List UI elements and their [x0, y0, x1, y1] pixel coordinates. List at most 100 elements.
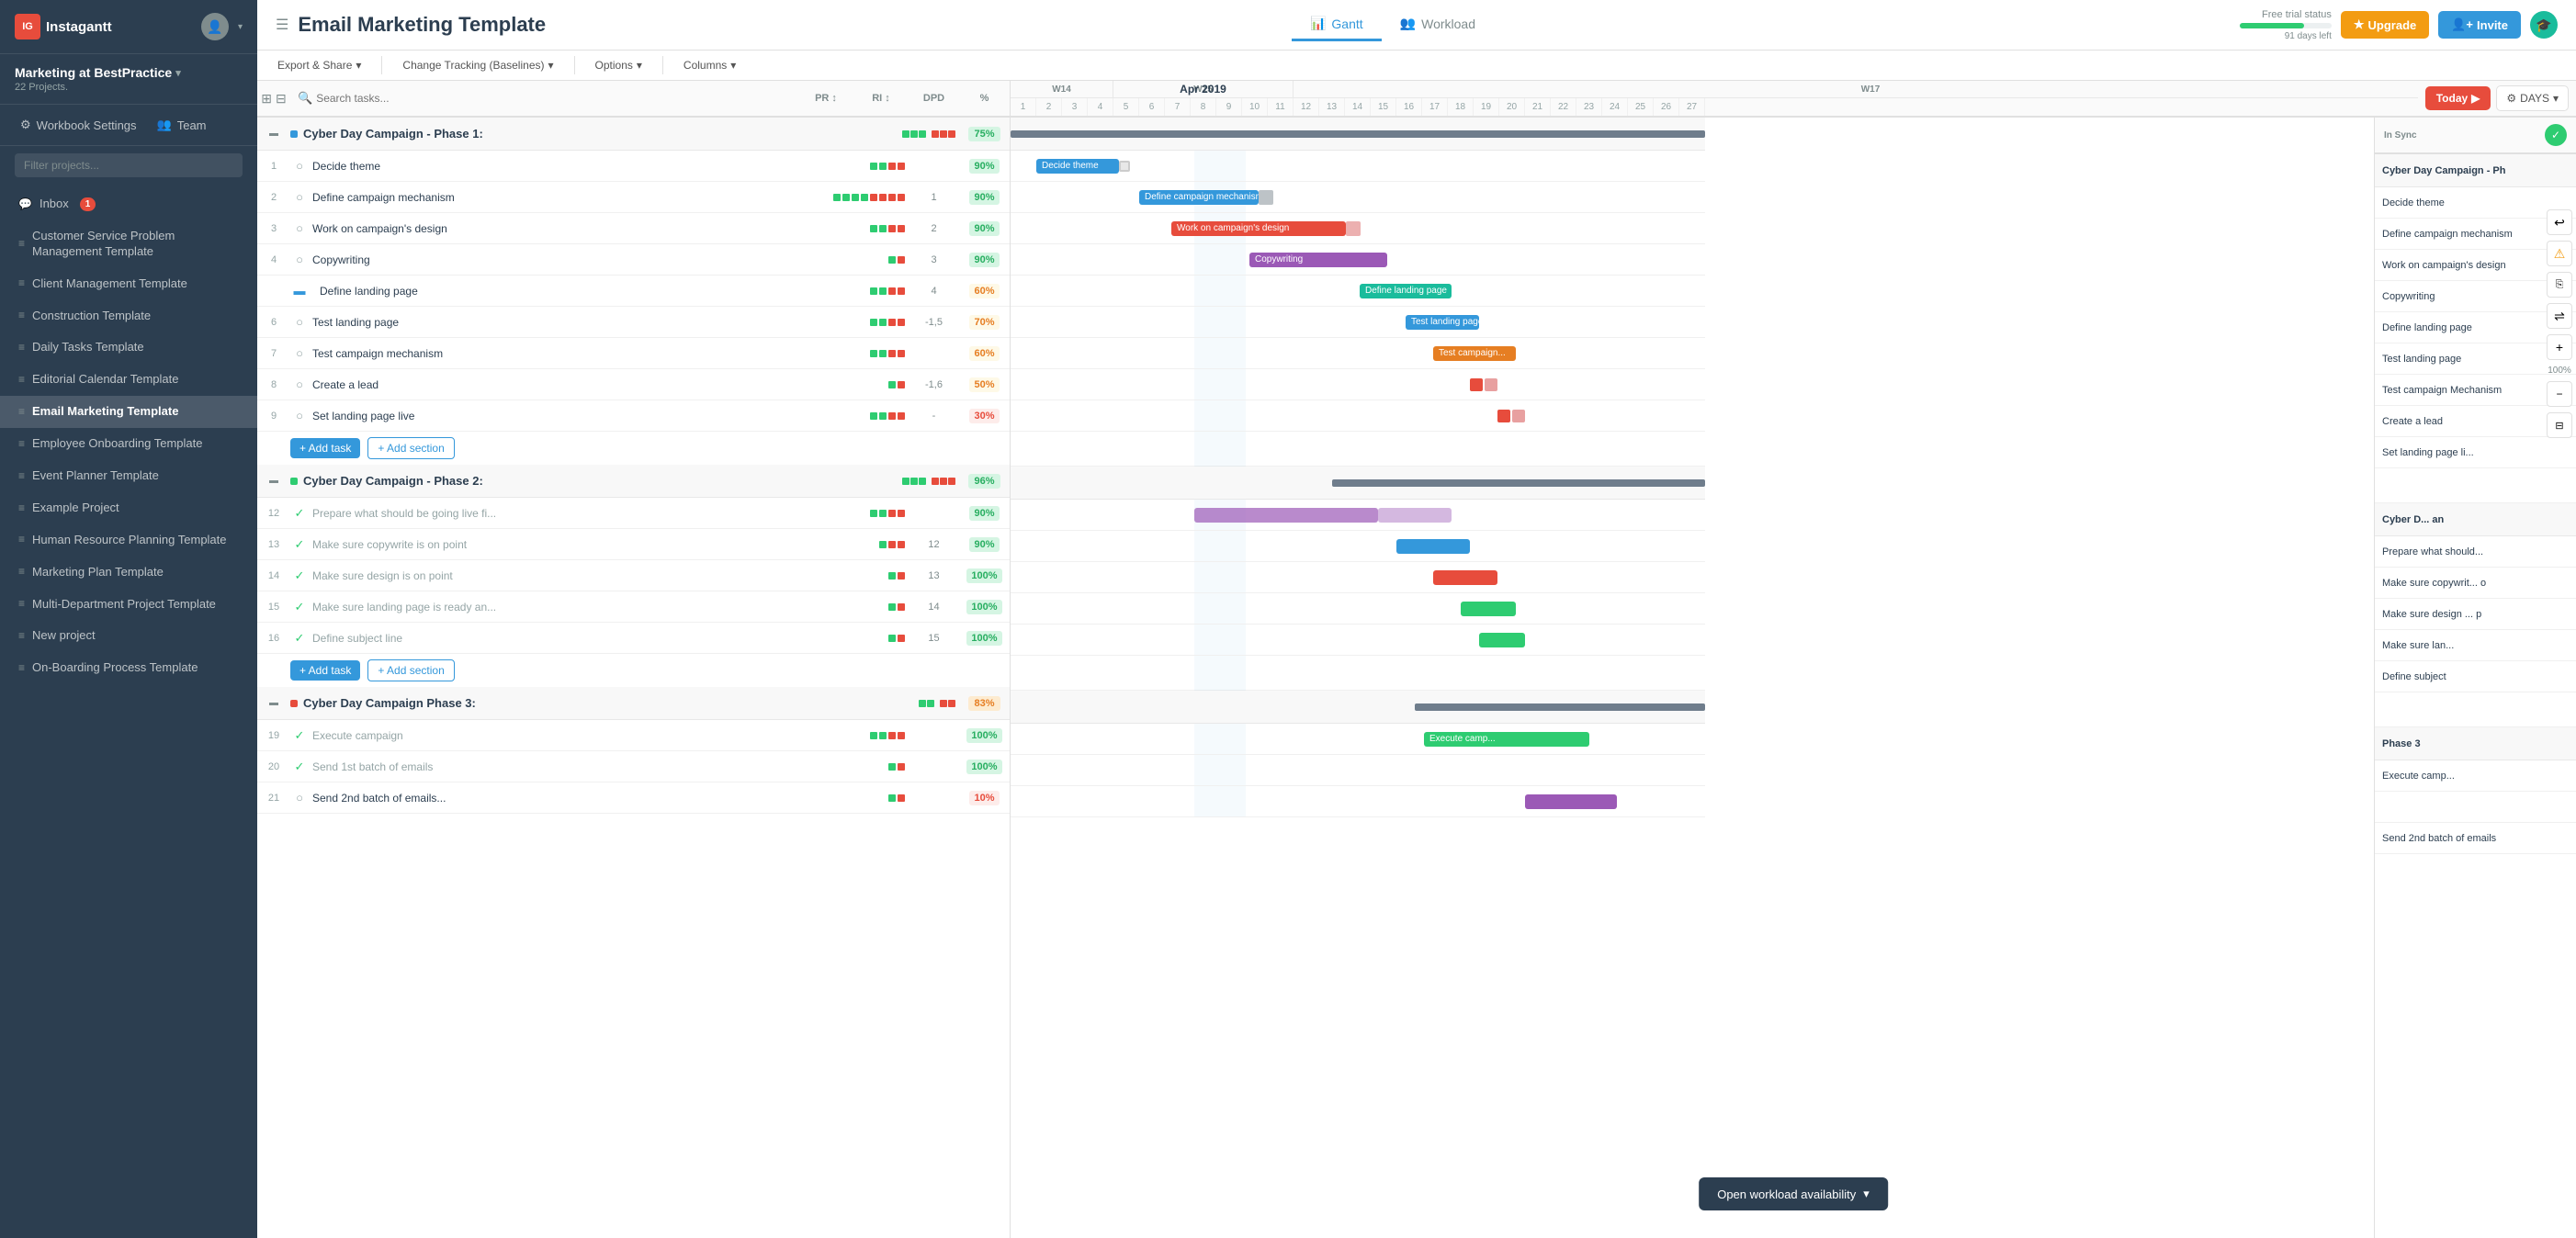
workbook-settings-btn[interactable]: ⚙ Workbook Settings [15, 114, 142, 136]
workload-availability-popup[interactable]: Open workload availability ▾ [1699, 1177, 1888, 1210]
gantt-bar-15[interactable] [1461, 602, 1516, 616]
sidebar-item-human-resource[interactable]: ≡ Human Resource Planning Template [0, 524, 257, 557]
topbar-left: ☰ Email Marketing Template [276, 13, 546, 37]
task-check-20[interactable]: ✓ [290, 760, 309, 774]
sidebar-item-customer-service[interactable]: ≡ Customer Service Problem Management Te… [0, 220, 257, 268]
gantt-bar-4[interactable]: Copywriting [1249, 253, 1387, 267]
gantt-bar-12[interactable] [1194, 508, 1378, 523]
gantt-bar-21[interactable] [1525, 794, 1617, 809]
gantt-bar-3[interactable]: Work on campaign's design [1171, 221, 1346, 236]
menu-toggle-icon[interactable]: ☰ [276, 16, 288, 34]
task-check-1[interactable]: ○ [290, 159, 309, 173]
sidebar-item-on-boarding[interactable]: ≡ On-Boarding Process Template [0, 652, 257, 684]
gantt-bar-7[interactable]: Test campaign... [1433, 346, 1516, 361]
task-check-12[interactable]: ✓ [290, 506, 309, 521]
sidebar-item-multi-department[interactable]: ≡ Multi-Department Project Template [0, 589, 257, 621]
sidebar-item-marketing-plan[interactable]: ≡ Marketing Plan Template [0, 557, 257, 589]
col-header-pr[interactable]: PR ↕ [798, 93, 853, 104]
right-task-15: Make sure lan... [2375, 630, 2576, 661]
section-phase2[interactable]: ▬ Cyber Day Campaign - Phase 2: [257, 465, 1010, 498]
task-check-13[interactable]: ✓ [290, 537, 309, 552]
task-check-6[interactable]: ○ [290, 315, 309, 329]
gantt-bar-8-b [1485, 378, 1497, 391]
sidebar: IG Instagantt 👤 ▾ Marketing at BestPract… [0, 0, 257, 1238]
gantt-expand-icon[interactable]: ⊟ [2547, 412, 2572, 438]
view-switch-icon[interactable]: ⊟ [276, 91, 287, 107]
gantt-minus-icon[interactable]: − [2547, 381, 2572, 407]
section-collapse-icon-2[interactable]: ▬ [257, 476, 290, 486]
export-share-btn[interactable]: Export & Share ▾ [272, 56, 367, 74]
gantt-bar-2[interactable]: Define campaign mechanism [1139, 190, 1259, 205]
task-check-15[interactable]: ✓ [290, 600, 309, 614]
gantt-connect-icon[interactable]: ⇌ [2547, 303, 2572, 329]
change-tracking-btn[interactable]: Change Tracking (Baselines) ▾ [397, 56, 559, 74]
add-task-btn-phase2[interactable]: + Add task [290, 660, 360, 681]
gantt-bar-6[interactable]: Test landing page [1406, 315, 1479, 330]
gantt-task-row-13 [1011, 531, 1705, 562]
section-collapse-icon-3[interactable]: ▬ [257, 698, 290, 708]
gantt-bar-19[interactable]: Execute camp... [1424, 732, 1589, 747]
sidebar-item-client-management[interactable]: ≡ Client Management Template [0, 268, 257, 300]
day-9: 9 [1216, 98, 1242, 116]
task-check-3[interactable]: ○ [290, 221, 309, 235]
tab-workload[interactable]: 👥 Workload [1382, 8, 1494, 41]
list-icon-4: ≡ [18, 373, 25, 388]
task-check-19[interactable]: ✓ [290, 728, 309, 743]
invite-button[interactable]: 👤+ Invite [2438, 11, 2521, 39]
gantt-bar-14[interactable] [1433, 570, 1497, 585]
project-search-input[interactable] [15, 153, 243, 177]
task-check-16[interactable]: ✓ [290, 631, 309, 646]
list-icon-6: ≡ [18, 437, 25, 452]
section-collapse-icon-1[interactable]: ▬ [257, 129, 290, 139]
task-search-input[interactable] [316, 92, 791, 105]
add-section-btn-phase2[interactable]: + Add section [367, 659, 454, 681]
gantt-bar-5[interactable]: Define landing page [1360, 284, 1452, 298]
section-phase3[interactable]: ▬ Cyber Day Campaign Phase 3: 83% [257, 687, 1010, 720]
sidebar-item-daily-tasks[interactable]: ≡ Daily Tasks Template [0, 332, 257, 364]
upgrade-button[interactable]: ★ Upgrade [2341, 11, 2429, 39]
gantt-copy-icon[interactable]: ⎘ [2547, 272, 2572, 298]
sidebar-item-event-planner[interactable]: ≡ Event Planner Template [0, 460, 257, 492]
options-btn[interactable]: Options ▾ [590, 56, 648, 74]
tab-gantt[interactable]: 📊 Gantt [1292, 8, 1382, 41]
help-button[interactable]: 🎓 [2530, 11, 2558, 39]
team-btn[interactable]: 👥 Team [152, 114, 212, 136]
task-check-21[interactable]: ○ [290, 791, 309, 805]
sidebar-toggle[interactable]: ▾ [238, 22, 243, 32]
task-check-4[interactable]: ○ [290, 253, 309, 266]
task-check-8[interactable]: ○ [290, 377, 309, 391]
task-row-6: 6 ○ Test landing page -1,5 70% [257, 307, 1010, 338]
gantt-bar-13[interactable] [1396, 539, 1470, 554]
col-header-ri[interactable]: RI ↕ [853, 93, 909, 104]
add-task-btn-phase1[interactable]: + Add task [290, 438, 360, 458]
gantt-add-icon[interactable]: + [2547, 334, 2572, 360]
gantt-scrollable[interactable]: Decide theme Define campaign mechanism [1011, 118, 2374, 1238]
user-avatar[interactable]: 👤 [201, 13, 229, 40]
columns-btn[interactable]: Columns ▾ [678, 56, 741, 74]
workspace-name[interactable]: Marketing at BestPractice ▾ [15, 65, 243, 80]
gantt-undo-icon[interactable]: ↩ [2547, 209, 2572, 235]
sidebar-item-construction[interactable]: ≡ Construction Template [0, 300, 257, 332]
sidebar-item-example-project[interactable]: ≡ Example Project [0, 492, 257, 524]
gantt-bar-16[interactable] [1479, 633, 1525, 647]
task-check-9[interactable]: ○ [290, 409, 309, 422]
task-check-2[interactable]: ○ [290, 190, 309, 204]
section-phase1[interactable]: ▬ Cyber Day Campaign - Phase 1: [257, 118, 1010, 151]
today-button[interactable]: Today ▶ [2425, 86, 2491, 110]
gantt-bar-1[interactable]: Decide theme [1036, 159, 1119, 174]
gantt-bar-8[interactable] [1470, 378, 1483, 391]
sidebar-item-employee-onboarding[interactable]: ≡ Employee Onboarding Template [0, 428, 257, 460]
task-check-5[interactable]: ▬ [290, 284, 309, 298]
gantt-add-row-1 [1011, 432, 1705, 467]
gantt-bar-9[interactable] [1497, 410, 1510, 422]
add-col-icon[interactable]: ⊞ [261, 91, 272, 107]
sidebar-item-email-marketing[interactable]: ≡ Email Marketing Template [0, 396, 257, 428]
gantt-warning-icon[interactable]: ⚠ [2547, 241, 2572, 266]
sidebar-item-editorial-calendar[interactable]: ≡ Editorial Calendar Template [0, 364, 257, 396]
sidebar-item-new-project[interactable]: ≡ New project [0, 620, 257, 652]
sidebar-item-inbox[interactable]: 💬 Inbox 1 [0, 188, 257, 220]
add-section-btn-phase1[interactable]: + Add section [367, 437, 454, 459]
task-check-14[interactable]: ✓ [290, 568, 309, 583]
task-check-7[interactable]: ○ [290, 346, 309, 360]
days-button[interactable]: ⚙ DAYS ▾ [2496, 85, 2569, 111]
